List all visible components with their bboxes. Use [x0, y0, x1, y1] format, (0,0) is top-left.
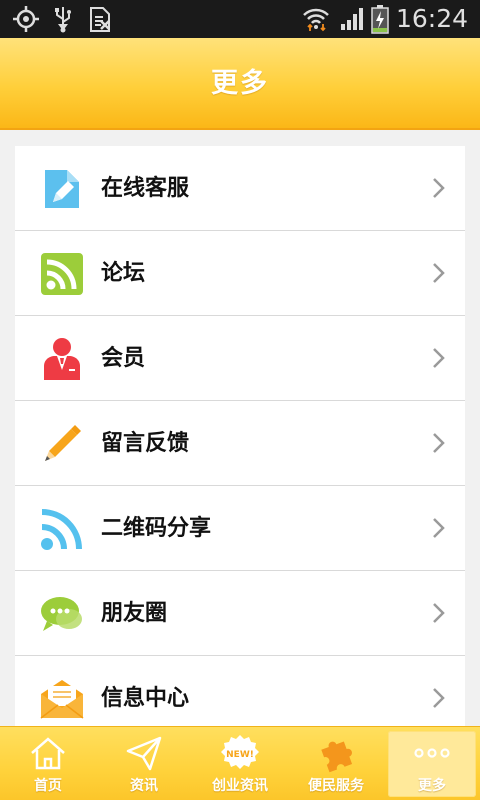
- chevron-right-icon: [431, 176, 447, 200]
- puzzle-icon: [316, 733, 356, 773]
- menu-list: 在线客服 论坛 会员 留言反馈 二维码分享 朋友圈 信息中心: [15, 146, 465, 726]
- page-title: 更多: [211, 68, 269, 99]
- tab-label: 首页: [34, 778, 62, 794]
- battery-charging-icon: [370, 0, 390, 38]
- tab-label: 便民服务: [308, 778, 364, 794]
- pencil-icon: [39, 421, 85, 467]
- envelope-icon: [39, 676, 85, 722]
- chevron-right-icon: [431, 601, 447, 625]
- tab-startup-news[interactable]: NEW! 创业资讯: [192, 727, 288, 800]
- menu-item-label: 二维码分享: [101, 516, 212, 541]
- gps-icon: [10, 0, 42, 38]
- chevron-right-icon: [431, 261, 447, 285]
- signal-icon: [338, 0, 366, 38]
- paper-plane-icon: [124, 733, 164, 773]
- title-bar: 更多: [0, 38, 480, 130]
- menu-item-label: 朋友圈: [101, 601, 168, 626]
- menu-item-label: 会员: [101, 346, 146, 371]
- home-icon: [28, 733, 68, 773]
- menu-item-info-center[interactable]: 信息中心: [15, 656, 465, 726]
- new-badge-text: NEW!: [226, 750, 254, 760]
- rss-box-icon: [39, 251, 85, 297]
- more-dots-icon: [412, 733, 452, 773]
- chevron-right-icon: [431, 431, 447, 455]
- tab-label: 更多: [418, 778, 446, 794]
- menu-item-label: 信息中心: [101, 686, 190, 711]
- menu-item-label: 在线客服: [101, 176, 190, 201]
- menu-item-feedback[interactable]: 留言反馈: [15, 401, 465, 486]
- chevron-right-icon: [431, 516, 447, 540]
- bottom-tab-bar: 首页 资讯 NEW! 创业资讯 便民服务 更多: [0, 726, 480, 800]
- member-icon: [39, 336, 85, 382]
- menu-item-label: 论坛: [101, 261, 146, 286]
- sim-icon: [86, 0, 114, 38]
- chat-bubble-icon: [39, 591, 85, 637]
- menu-item-member[interactable]: 会员: [15, 316, 465, 401]
- tab-home[interactable]: 首页: [0, 727, 96, 800]
- usb-icon: [52, 0, 74, 38]
- tab-services[interactable]: 便民服务: [288, 727, 384, 800]
- menu-item-forum[interactable]: 论坛: [15, 231, 465, 316]
- status-time: 16:24: [395, 4, 468, 33]
- tab-label: 创业资讯: [212, 778, 268, 794]
- menu-item-online-service[interactable]: 在线客服: [15, 146, 465, 231]
- chevron-right-icon: [431, 686, 447, 710]
- tab-label: 资讯: [130, 778, 158, 794]
- wifi-share-icon: [39, 506, 85, 552]
- tab-news[interactable]: 资讯: [96, 727, 192, 800]
- menu-item-label: 留言反馈: [101, 431, 190, 456]
- wifi-icon: [300, 0, 332, 38]
- document-pen-icon: [39, 166, 85, 212]
- tab-more[interactable]: 更多: [384, 727, 480, 800]
- new-badge-icon: NEW!: [220, 733, 260, 773]
- menu-item-moments[interactable]: 朋友圈: [15, 571, 465, 656]
- chevron-right-icon: [431, 346, 447, 370]
- menu-item-qr-share[interactable]: 二维码分享: [15, 486, 465, 571]
- status-bar: 16:24: [0, 0, 480, 38]
